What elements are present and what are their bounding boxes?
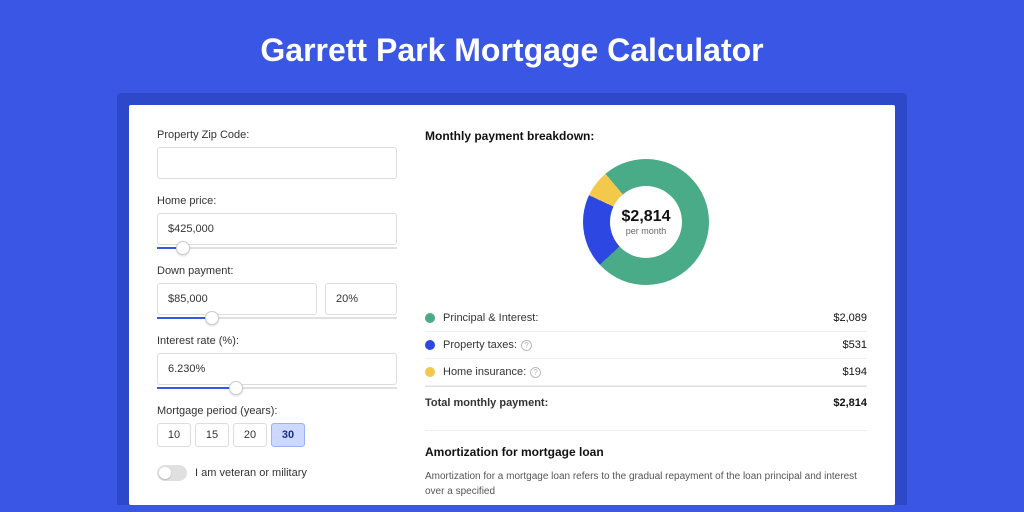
veteran-row: I am veteran or military <box>157 465 397 481</box>
legend-label: Principal & Interest: <box>443 312 833 324</box>
zip-input[interactable] <box>157 147 397 179</box>
page-title: Garrett Park Mortgage Calculator <box>260 32 763 69</box>
calculator-panel: Property Zip Code: Home price: Down paym… <box>117 93 907 505</box>
legend-dot <box>425 340 435 350</box>
info-icon[interactable]: ? <box>521 340 532 351</box>
home-price-label: Home price: <box>157 195 397 207</box>
zip-label: Property Zip Code: <box>157 129 397 141</box>
legend-row-taxes: Property taxes:? $531 <box>425 332 867 359</box>
legend-label: Home insurance:? <box>443 366 843 378</box>
slider-thumb[interactable] <box>176 241 190 255</box>
down-payment-slider[interactable] <box>157 317 397 319</box>
total-label: Total monthly payment: <box>425 397 833 409</box>
home-price-slider[interactable] <box>157 247 397 249</box>
toggle-knob <box>159 467 171 479</box>
interest-field: Interest rate (%): <box>157 335 397 389</box>
donut-center: $2,814 per month <box>610 186 682 258</box>
legend-row-insurance: Home insurance:? $194 <box>425 359 867 386</box>
legend-dot <box>425 313 435 323</box>
zip-field: Property Zip Code: <box>157 129 397 179</box>
amortization-section: Amortization for mortgage loan Amortizat… <box>425 430 867 499</box>
legend-value: $2,089 <box>833 312 867 324</box>
home-price-input[interactable] <box>157 213 397 245</box>
legend-value: $194 <box>843 366 867 378</box>
legend-dot <box>425 367 435 377</box>
down-payment-input[interactable] <box>157 283 317 315</box>
breakdown-title: Monthly payment breakdown: <box>425 129 867 143</box>
info-icon[interactable]: ? <box>530 367 541 378</box>
down-payment-pct-input[interactable] <box>325 283 397 315</box>
amortization-text: Amortization for a mortgage loan refers … <box>425 469 867 499</box>
calculator-card: Property Zip Code: Home price: Down paym… <box>129 105 895 505</box>
home-price-field: Home price: <box>157 195 397 249</box>
legend-label: Property taxes:? <box>443 339 843 351</box>
legend-row-principal: Principal & Interest: $2,089 <box>425 305 867 332</box>
legend-value: $531 <box>843 339 867 351</box>
interest-input[interactable] <box>157 353 397 385</box>
form-column: Property Zip Code: Home price: Down paym… <box>157 129 397 505</box>
total-value: $2,814 <box>833 397 867 409</box>
interest-slider[interactable] <box>157 387 397 389</box>
period-btn-20[interactable]: 20 <box>233 423 267 447</box>
veteran-toggle[interactable] <box>157 465 187 481</box>
period-btn-15[interactable]: 15 <box>195 423 229 447</box>
amortization-title: Amortization for mortgage loan <box>425 445 867 459</box>
down-payment-field: Down payment: <box>157 265 397 319</box>
donut-chart: $2,814 per month <box>425 159 867 285</box>
breakdown-column: Monthly payment breakdown: $2,814 per mo… <box>425 129 867 505</box>
donut-sub: per month <box>626 226 667 236</box>
down-payment-label: Down payment: <box>157 265 397 277</box>
period-btn-30[interactable]: 30 <box>271 423 305 447</box>
slider-thumb[interactable] <box>205 311 219 325</box>
donut-amount: $2,814 <box>622 208 671 226</box>
slider-thumb[interactable] <box>229 381 243 395</box>
period-field: Mortgage period (years): 10 15 20 30 <box>157 405 397 447</box>
veteran-label: I am veteran or military <box>195 467 307 479</box>
period-options: 10 15 20 30 <box>157 423 397 447</box>
period-label: Mortgage period (years): <box>157 405 397 417</box>
period-btn-10[interactable]: 10 <box>157 423 191 447</box>
interest-label: Interest rate (%): <box>157 335 397 347</box>
legend-row-total: Total monthly payment: $2,814 <box>425 386 867 416</box>
